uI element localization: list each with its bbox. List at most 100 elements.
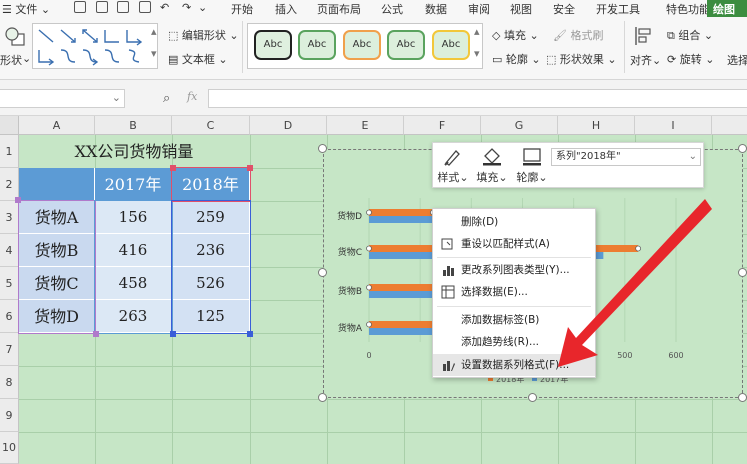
column-header[interactable] xyxy=(712,116,747,135)
group-button[interactable]: ⧉ 组合 ⌄ xyxy=(667,27,713,43)
column-header[interactable]: D xyxy=(250,116,327,135)
tab-developer[interactable]: 开发工具 xyxy=(596,1,640,17)
chart-type-icon xyxy=(443,266,454,276)
gallery-expand-icon[interactable]: ▾ xyxy=(474,47,480,60)
row-header[interactable]: 6 xyxy=(0,300,19,333)
series-selection-dot xyxy=(366,321,372,328)
row-header[interactable]: 3 xyxy=(0,201,19,234)
row-header[interactable]: 9 xyxy=(0,399,19,432)
resize-handle[interactable] xyxy=(528,393,537,402)
row-header[interactable]: 4 xyxy=(0,234,19,267)
outline-button[interactable]: ▭ 轮廓 ⌄ xyxy=(492,51,541,67)
range-handle[interactable] xyxy=(170,165,176,171)
resize-handle[interactable] xyxy=(318,268,327,277)
ribbon: 形状 ⌄ ▴ ▾ ⬚ 编辑形状 ⌄ ▤ 文本框 ⌄ Abc Abc Abc Ab… xyxy=(0,17,747,80)
format-brush-button[interactable]: 🖌 格式刷 xyxy=(553,27,603,43)
tab-home[interactable]: 开始 xyxy=(231,1,253,17)
gallery-expand-icon[interactable]: ▾ xyxy=(151,47,157,60)
shape-label[interactable]: 形状 xyxy=(0,52,22,68)
tab-drawing[interactable]: 绘图 xyxy=(707,0,747,17)
redo-icon[interactable]: ↷ xyxy=(182,1,191,14)
shapes-gallery[interactable] xyxy=(32,23,158,69)
range-handle[interactable] xyxy=(15,197,21,203)
select-button[interactable]: 选择 xyxy=(727,52,747,68)
category-range-highlight xyxy=(18,200,96,334)
style-option[interactable]: Abc xyxy=(298,30,336,60)
series-selection-dot xyxy=(366,209,372,216)
shape-effect-button[interactable]: ⬚ 形状效果 ⌄ xyxy=(546,51,617,67)
rotate-button[interactable]: ⟳ 旋转 ⌄ xyxy=(667,51,714,67)
gallery-scroll-up-icon[interactable]: ▴ xyxy=(474,25,480,38)
row-header[interactable]: 5 xyxy=(0,267,19,300)
column-header[interactable]: G xyxy=(481,116,558,135)
style-option[interactable]: Abc xyxy=(432,30,470,60)
tab-data[interactable]: 数据 xyxy=(425,1,447,17)
resize-handle[interactable] xyxy=(738,144,747,153)
range-handle[interactable] xyxy=(170,331,176,337)
tab-page-layout[interactable]: 页面布局 xyxy=(317,1,361,17)
formula-input[interactable] xyxy=(208,89,747,108)
print-preview-icon[interactable] xyxy=(139,1,151,13)
brush-icon xyxy=(444,150,460,166)
row-header[interactable]: 10 xyxy=(0,432,19,464)
tab-formulas[interactable]: 公式 xyxy=(381,1,403,17)
zoom-search-icon[interactable]: ⌕ xyxy=(163,91,170,106)
print-icon[interactable] xyxy=(117,1,129,13)
style-button[interactable]: 样式⌄ xyxy=(437,146,469,185)
resize-handle[interactable] xyxy=(738,268,747,277)
column-header[interactable]: A xyxy=(19,116,95,135)
edit-shape-icon: ⬚ xyxy=(168,29,179,42)
resize-handle[interactable] xyxy=(738,393,747,402)
tab-view[interactable]: 视图 xyxy=(510,1,532,17)
table-header-cell[interactable] xyxy=(19,168,95,201)
row-header[interactable]: 8 xyxy=(0,366,19,399)
shape-styles-gallery[interactable]: Abc Abc Abc Abc Abc xyxy=(247,23,483,69)
shape-effect-icon: ⬚ xyxy=(546,53,557,66)
resize-handle[interactable] xyxy=(318,144,327,153)
tab-insert[interactable]: 插入 xyxy=(275,1,297,17)
tab-special[interactable]: 特色功能 xyxy=(666,1,710,17)
row-header[interactable]: 7 xyxy=(0,333,19,366)
table-header-2017[interactable]: 2017年 xyxy=(95,168,172,201)
align-icon[interactable] xyxy=(633,25,653,47)
shape-icon[interactable] xyxy=(4,25,26,47)
fx-icon[interactable]: fx xyxy=(187,90,197,103)
table-title[interactable]: XX公司货物销量 xyxy=(19,135,249,168)
range-handle[interactable] xyxy=(247,331,253,337)
text-box-button[interactable]: ▤ 文本框 ⌄ xyxy=(168,51,228,67)
column-header[interactable]: F xyxy=(404,116,481,135)
outline-button[interactable]: 轮廓⌄ xyxy=(515,146,549,185)
chevron-down-icon[interactable]: ⌄ xyxy=(112,91,121,104)
style-option[interactable]: Abc xyxy=(254,30,292,60)
series-2018-range-highlight xyxy=(171,200,251,334)
column-header[interactable]: B xyxy=(95,116,172,135)
align-button[interactable]: 对齐⌄ xyxy=(630,52,661,68)
save-icon[interactable] xyxy=(74,1,86,13)
tab-security[interactable]: 安全 xyxy=(553,1,575,17)
fill-button[interactable]: 填充⌄ xyxy=(475,146,509,185)
tab-review[interactable]: 审阅 xyxy=(468,1,490,17)
fill-button[interactable]: ◇ 填充 ⌄ xyxy=(492,27,539,43)
series-2017-range-highlight xyxy=(94,200,173,334)
range-handle[interactable] xyxy=(247,165,253,171)
row-header[interactable]: 1 xyxy=(0,135,19,168)
column-header[interactable]: E xyxy=(327,116,404,135)
column-header[interactable]: H xyxy=(558,116,635,135)
bar-2018[interactable] xyxy=(369,209,433,216)
export-icon[interactable] xyxy=(96,1,108,13)
chevron-down-icon[interactable]: ⌄ xyxy=(198,1,207,14)
edit-shape-button[interactable]: ⬚ 编辑形状 ⌄ xyxy=(168,27,239,43)
style-option[interactable]: Abc xyxy=(387,30,425,60)
style-option[interactable]: Abc xyxy=(343,30,381,60)
column-header[interactable]: C xyxy=(172,116,250,135)
resize-handle[interactable] xyxy=(318,393,327,402)
outline-icon: ▭ xyxy=(492,53,503,66)
file-menu[interactable]: ☰ 文件 ⌄ xyxy=(2,1,50,17)
name-box[interactable]: ⌄ xyxy=(0,89,125,108)
column-header[interactable]: I xyxy=(635,116,712,135)
gallery-scroll-up-icon[interactable]: ▴ xyxy=(151,25,157,38)
series-selector[interactable]: 系列"2018年" ⌄ xyxy=(551,148,701,166)
select-all-corner[interactable] xyxy=(0,116,19,135)
range-handle[interactable] xyxy=(93,331,99,337)
undo-icon[interactable]: ↶ xyxy=(160,1,169,14)
